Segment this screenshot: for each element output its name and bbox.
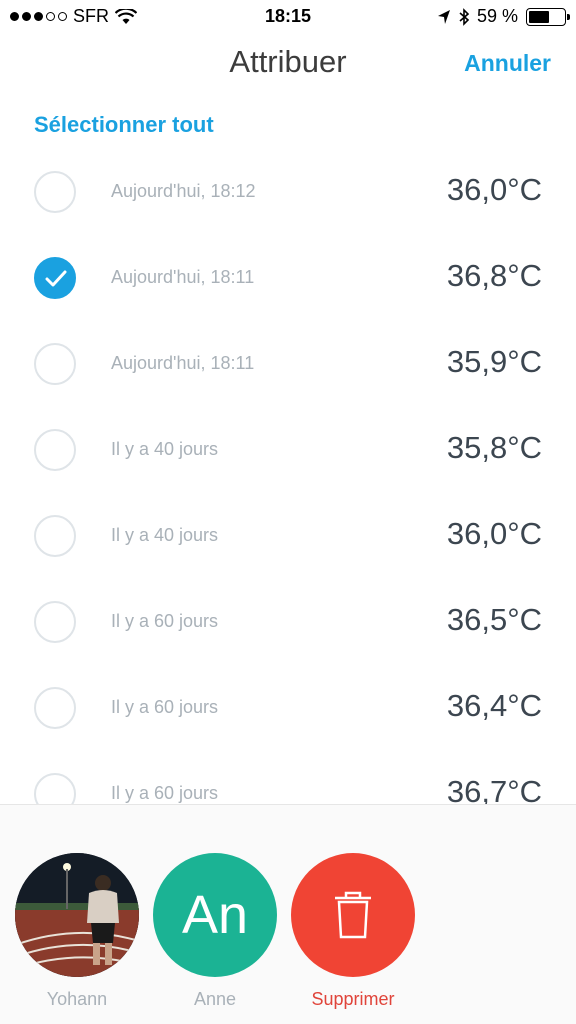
status-right: 59 % — [437, 6, 570, 27]
selection-checkbox[interactable] — [34, 257, 76, 299]
avatar-initials[interactable]: An — [153, 853, 277, 977]
select-all-button[interactable]: Sélectionner tout — [34, 112, 214, 138]
trash-icon — [335, 891, 371, 939]
measurement-temperature: 36,8°C — [446, 258, 542, 293]
measurement-row[interactable]: Il y a 60 jours 36,4°C — [0, 666, 576, 752]
profile-anne[interactable]: An Anne — [153, 853, 277, 1010]
selection-checkbox[interactable] — [34, 773, 76, 804]
measurement-row[interactable]: Il y a 60 jours 36,5°C — [0, 580, 576, 666]
location-arrow-icon — [437, 9, 450, 24]
measurement-date: Il y a 60 jours — [111, 611, 219, 631]
measurement-temperature: 36,4°C — [446, 688, 542, 723]
measurement-row[interactable]: Aujourd'hui, 18:11 35,9°C — [0, 322, 576, 408]
measurement-temperature: 36,0°C — [446, 516, 542, 551]
athlete-photo-icon — [15, 853, 139, 977]
measurement-temperature: 36,5°C — [446, 602, 542, 637]
measurement-date: Aujourd'hui, 18:12 — [111, 181, 256, 201]
measurement-row[interactable]: Il y a 40 jours 35,8°C — [0, 408, 576, 494]
measurement-row[interactable]: Aujourd'hui, 18:11 36,8°C — [0, 236, 576, 322]
measurement-date: Il y a 60 jours — [111, 783, 219, 803]
measurement-list[interactable]: Aujourd'hui, 18:12 36,0°C Aujourd'hui, 1… — [0, 150, 576, 804]
selection-checkbox[interactable] — [34, 171, 76, 213]
measurement-temperature: 35,8°C — [446, 430, 542, 465]
measurement-date: Il y a 60 jours — [111, 697, 219, 717]
measurement-date: Aujourd'hui, 18:11 — [111, 267, 255, 287]
checkmark-icon — [45, 270, 67, 287]
profile-name: Anne — [193, 989, 237, 1009]
selection-checkbox[interactable] — [34, 343, 76, 385]
selection-checkbox[interactable] — [34, 515, 76, 557]
avatar-photo[interactable] — [15, 853, 139, 977]
battery-percent: 59 % — [476, 6, 518, 26]
battery-level — [529, 10, 550, 23]
measurement-row[interactable]: Aujourd'hui, 18:12 36,0°C — [0, 150, 576, 236]
measurement-date: Aujourd'hui, 18:11 — [111, 353, 255, 373]
delete-button[interactable] — [291, 853, 415, 977]
selection-checkbox[interactable] — [34, 429, 76, 471]
delete-profile[interactable]: Supprimer — [291, 853, 415, 1010]
measurement-row[interactable]: Il y a 40 jours 36,0°C — [0, 494, 576, 580]
measurement-temperature: 35,9°C — [446, 344, 542, 379]
selection-checkbox[interactable] — [34, 601, 76, 643]
measurement-date: Il y a 40 jours — [111, 525, 219, 545]
measurement-temperature: 36,7°C — [446, 774, 542, 804]
measurement-date: Il y a 40 jours — [111, 439, 219, 459]
selection-checkbox[interactable] — [34, 687, 76, 729]
profile-name: Supprimer — [311, 989, 395, 1009]
status-bar: SFR 18:15 59 % — [0, 0, 576, 40]
bluetooth-icon — [459, 7, 469, 26]
cancel-button[interactable]: Annuler — [464, 50, 551, 77]
profile-name: Yohann — [46, 989, 108, 1009]
measurement-row[interactable]: Il y a 60 jours 36,7°C — [0, 752, 576, 804]
profile-tray: Yohann An Anne Supprimer — [0, 804, 576, 1024]
measurement-temperature: 36,0°C — [446, 172, 542, 207]
profile-yohann[interactable]: Yohann — [15, 853, 139, 1010]
battery-icon — [526, 7, 570, 26]
